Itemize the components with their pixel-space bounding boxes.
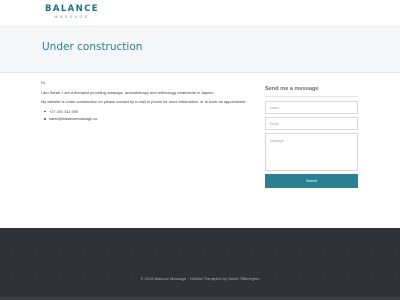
site-footer: © 2018 Balance Massage - Holistic Therap…: [0, 228, 400, 300]
contact-list: +27 401 311 590 sarah@balancemassage.co: [41, 109, 249, 123]
page-title: Under construction: [42, 41, 143, 53]
message-textarea[interactable]: [265, 133, 358, 171]
contact-form-sidebar: Send me a message Submit: [265, 85, 358, 188]
contact-form: Submit: [265, 101, 358, 188]
footer-copyright: © 2018 Balance Massage - Holistic Therap…: [140, 276, 260, 281]
submit-button[interactable]: Submit: [265, 174, 358, 188]
form-divider: [265, 96, 358, 97]
logo-wordmark: BALANCE: [44, 4, 99, 14]
greeting-text: Hi,: [41, 80, 46, 85]
contact-email-link[interactable]: sarah@balancemassage.co: [44, 116, 249, 122]
page-title-band: Under construction: [0, 26, 400, 73]
notice-text: My website is under construction so plea…: [41, 99, 247, 104]
email-input[interactable]: [265, 117, 358, 130]
site-logo[interactable]: BALANCE MASSAGE: [42, 5, 102, 20]
contact-phone: +27 401 311 590: [44, 109, 249, 115]
name-input[interactable]: [265, 101, 358, 114]
site-header: BALANCE MASSAGE: [0, 0, 400, 26]
form-heading: Send me a message: [265, 86, 319, 92]
main-content: Hi, I am Sarah. I am a therapist providi…: [41, 80, 249, 124]
intro-text: I am Sarah. I am a therapist providing m…: [41, 89, 215, 95]
logo-tagline: MASSAGE: [54, 15, 90, 19]
